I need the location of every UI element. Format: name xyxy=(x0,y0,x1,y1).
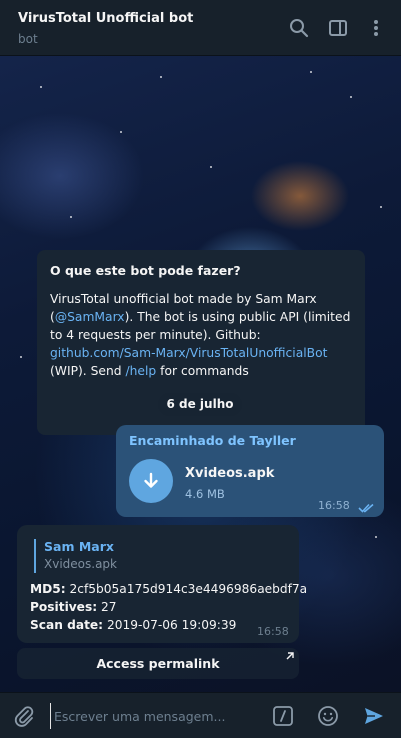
positives-row: Positives: 27 xyxy=(30,600,116,614)
bot-info-title: O que este bot pode fazer? xyxy=(50,263,241,278)
more-vertical-icon[interactable] xyxy=(364,16,388,40)
message-time: 16:58 xyxy=(318,499,350,512)
file-name[interactable]: Xvideos.apk xyxy=(185,466,274,481)
chat-background[interactable]: O que este bot pode fazer? VirusTotal un… xyxy=(0,56,401,692)
sidebar-toggle-icon[interactable] xyxy=(326,16,350,40)
message-time: 16:58 xyxy=(257,625,289,638)
date-separator: 6 de julho xyxy=(158,393,242,416)
scan-date-value: 2019-07-06 19:09:39 xyxy=(106,618,237,632)
incoming-message[interactable]: Sam Marx Xvideos.apk MD5: 2cf5b05a175d91… xyxy=(17,525,307,643)
md5-row: MD5: 2cf5b05a175d914c3e4496986aebdf7a xyxy=(30,582,307,596)
bot-info-text-part: for commands xyxy=(156,364,249,378)
positives-value: 27 xyxy=(100,600,117,614)
access-permalink-label: Access permalink xyxy=(96,656,220,671)
message-input[interactable] xyxy=(50,703,260,729)
double-check-icon xyxy=(358,499,376,518)
download-arrow-icon xyxy=(144,472,158,488)
md5-value: 2cf5b05a175d914c3e4496986aebdf7a xyxy=(69,582,308,596)
download-button[interactable] xyxy=(129,459,173,503)
external-link-icon xyxy=(286,652,294,660)
bot-commands-icon[interactable] xyxy=(271,704,295,728)
positives-label: Positives: xyxy=(30,600,98,614)
file-size: 4.6 MB xyxy=(185,487,225,501)
scan-date-row: Scan date: 2019-07-06 19:09:39 xyxy=(30,618,236,632)
github-link[interactable]: github.com/Sam-Marx/VirusTotalUnofficial… xyxy=(50,346,327,360)
chat-subtitle: bot xyxy=(18,32,38,46)
outgoing-message[interactable]: Encaminhado de Tayller Xvideos.apk 4.6 M… xyxy=(116,425,384,517)
chat-title[interactable]: VirusTotal Unofficial bot xyxy=(18,11,193,26)
bot-info-description: VirusTotal unofficial bot made by Sam Ma… xyxy=(50,290,352,380)
send-icon[interactable] xyxy=(362,704,386,728)
mention-link[interactable]: @SamMarx xyxy=(55,310,125,324)
bot-info-text-part: (WIP). Send xyxy=(50,364,126,378)
attach-icon[interactable] xyxy=(12,704,36,728)
reply-quote[interactable]: Sam Marx Xvideos.apk xyxy=(34,539,117,573)
search-icon[interactable] xyxy=(287,16,311,40)
emoji-icon[interactable] xyxy=(316,704,340,728)
md5-label: MD5: xyxy=(30,582,66,596)
message-composer xyxy=(0,692,401,738)
reply-author: Sam Marx xyxy=(44,539,114,554)
forwarded-from[interactable]: Encaminhado de Tayller xyxy=(129,433,296,448)
reply-text: Xvideos.apk xyxy=(44,557,117,571)
access-permalink-button[interactable]: Access permalink xyxy=(17,648,299,679)
scan-date-label: Scan date: xyxy=(30,618,104,632)
chat-header: VirusTotal Unofficial bot bot xyxy=(0,0,401,56)
help-command-link[interactable]: /help xyxy=(126,364,157,378)
